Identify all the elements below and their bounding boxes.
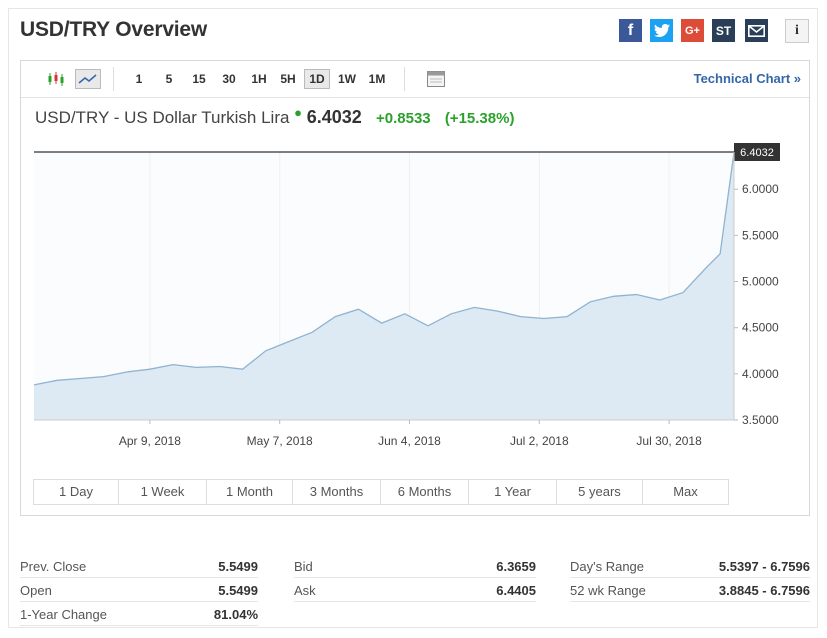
price-change-percent: (+15.38%) bbox=[444, 110, 515, 127]
twitter-icon[interactable] bbox=[650, 19, 673, 42]
toolbar-divider bbox=[404, 67, 405, 91]
page-title: USD/TRY Overview bbox=[20, 18, 208, 41]
quote-line: USD/TRY - US Dollar Turkish Lira ● 6.403… bbox=[35, 105, 515, 128]
y-tick-label: 5.5000 bbox=[742, 228, 779, 242]
y-tick-label: 4.0000 bbox=[742, 367, 779, 381]
line-chart-icon[interactable] bbox=[75, 69, 101, 89]
instrument-name: USD/TRY - US Dollar Turkish Lira bbox=[35, 108, 290, 127]
facebook-icon[interactable]: f bbox=[619, 19, 642, 42]
google-plus-icon[interactable]: G+ bbox=[681, 19, 704, 42]
range-1-year[interactable]: 1 Year bbox=[469, 480, 557, 504]
interval-1d[interactable]: 1D bbox=[304, 69, 330, 89]
y-tick-label: 5.0000 bbox=[742, 275, 779, 289]
last-price: 6.4032 bbox=[306, 107, 362, 127]
stat-row: Open 5.5499 bbox=[20, 580, 258, 602]
interval-5h[interactable]: 5H bbox=[275, 69, 301, 89]
mail-icon[interactable] bbox=[745, 19, 768, 42]
interval-15[interactable]: 15 bbox=[187, 69, 211, 89]
stat-value: 5.5499 bbox=[218, 559, 258, 574]
x-tick-label: Jun 4, 2018 bbox=[378, 434, 441, 448]
stat-row: Bid 6.3659 bbox=[294, 556, 536, 578]
stat-row: Day's Range 5.5397 - 6.7596 bbox=[570, 556, 810, 578]
interval-1h[interactable]: 1H bbox=[247, 69, 271, 89]
price-chart: 6.4032 6.0000 5.5000 5.0000 4.5000 4.0000 3.50… bbox=[33, 143, 780, 448]
stat-row: Ask 6.4405 bbox=[294, 580, 536, 602]
interval-1m[interactable]: 1M bbox=[364, 69, 390, 89]
range-1-month[interactable]: 1 Month bbox=[207, 480, 293, 504]
stat-value: 5.5397 - 6.7596 bbox=[718, 559, 810, 574]
candlestick-chart-icon[interactable] bbox=[45, 69, 67, 89]
interval-5[interactable]: 5 bbox=[159, 69, 179, 89]
stat-value: 81.04% bbox=[213, 607, 258, 622]
y-tick-label: 3.5000 bbox=[742, 413, 779, 427]
stat-label: 52 wk Range bbox=[570, 583, 646, 598]
y-tick-label: 4.5000 bbox=[742, 321, 779, 335]
range-6-months[interactable]: 6 Months bbox=[381, 480, 469, 504]
range-1-week[interactable]: 1 Week bbox=[119, 480, 207, 504]
x-tick-label: Apr 9, 2018 bbox=[119, 434, 181, 448]
range-3-months[interactable]: 3 Months bbox=[293, 480, 381, 504]
stat-value: 3.8845 - 6.7596 bbox=[718, 583, 810, 598]
stat-row: Prev. Close 5.5499 bbox=[20, 556, 258, 578]
stat-label: Ask bbox=[294, 583, 316, 598]
price-change: +0.8533 bbox=[376, 110, 431, 127]
stocktwits-icon[interactable]: ST bbox=[712, 19, 735, 42]
interval-1[interactable]: 1 bbox=[129, 69, 149, 89]
range-selector: 1 Day 1 Week 1 Month 3 Months 6 Months 1… bbox=[33, 479, 729, 505]
technical-chart-link[interactable]: Technical Chart » bbox=[694, 71, 801, 86]
info-icon[interactable]: i bbox=[785, 19, 809, 43]
calendar-icon[interactable] bbox=[425, 69, 447, 89]
chart-toolbar: 1 5 15 30 1H 5H 1D 1W 1M Technical Chart… bbox=[21, 61, 809, 98]
stat-value: 5.5499 bbox=[218, 583, 258, 598]
x-tick-label: Jul 2, 2018 bbox=[510, 434, 569, 448]
range-1-day[interactable]: 1 Day bbox=[34, 480, 119, 504]
stat-label: Bid bbox=[294, 559, 313, 574]
range-max[interactable]: Max bbox=[643, 480, 729, 504]
stat-label: 1-Year Change bbox=[20, 607, 107, 622]
toolbar-divider bbox=[113, 67, 114, 91]
x-tick-label: Jul 30, 2018 bbox=[636, 434, 702, 448]
y-tick-label: 6.0000 bbox=[742, 182, 779, 196]
x-tick-label: May 7, 2018 bbox=[247, 434, 313, 448]
stat-value: 6.4405 bbox=[496, 583, 536, 598]
stat-row: 1-Year Change 81.04% bbox=[20, 604, 258, 626]
last-price-label: 6.4032 bbox=[740, 147, 774, 159]
range-5-years[interactable]: 5 years bbox=[557, 480, 643, 504]
stat-label: Day's Range bbox=[570, 559, 645, 574]
up-indicator-icon: ● bbox=[294, 105, 303, 120]
stat-value: 6.3659 bbox=[496, 559, 536, 574]
stat-label: Open bbox=[20, 583, 52, 598]
interval-1w[interactable]: 1W bbox=[334, 69, 360, 89]
interval-30[interactable]: 30 bbox=[217, 69, 241, 89]
stat-label: Prev. Close bbox=[20, 559, 87, 574]
stat-row: 52 wk Range 3.8845 - 6.7596 bbox=[570, 580, 810, 602]
